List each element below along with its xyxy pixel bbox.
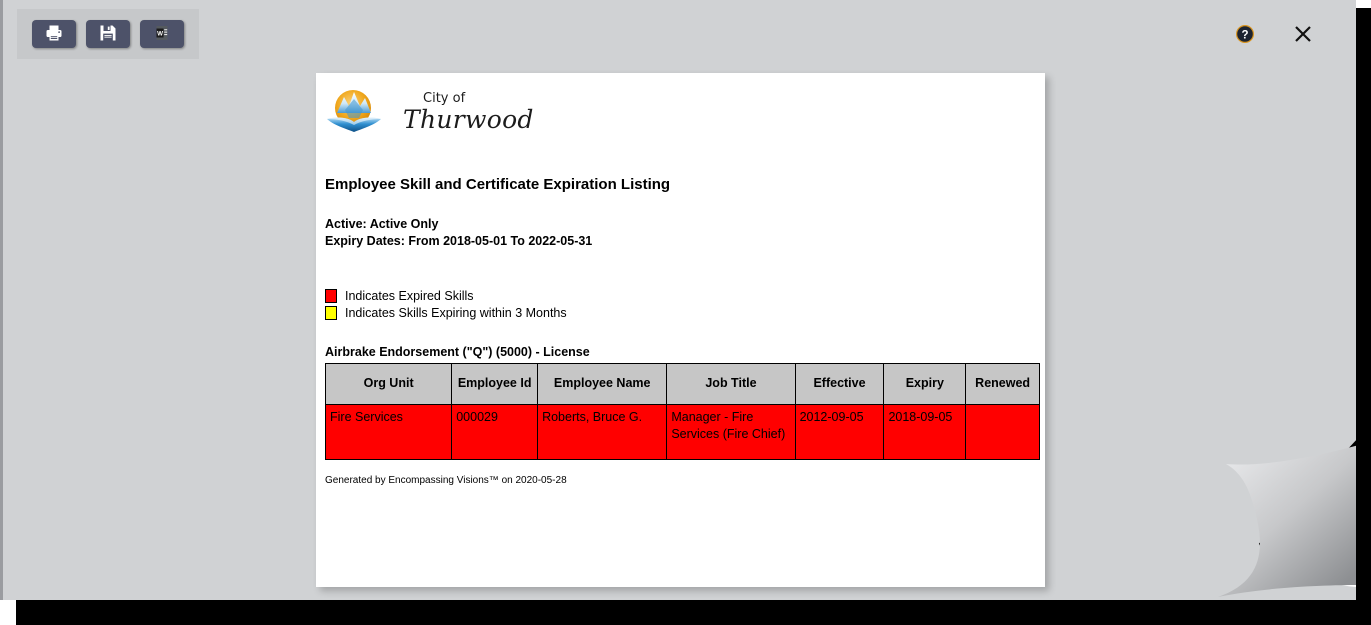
print-button[interactable] bbox=[32, 20, 76, 48]
column-header-effective: Effective bbox=[794, 363, 885, 405]
cell-employee-id: 000029 bbox=[451, 404, 539, 460]
export-word-button[interactable]: W bbox=[140, 20, 184, 48]
table-row: Fire Services 000029 Roberts, Bruce G. M… bbox=[324, 404, 1040, 460]
legend-item-expiring: Indicates Skills Expiring within 3 Month… bbox=[325, 304, 1036, 321]
window-bottom-left-gap bbox=[0, 600, 16, 625]
report-page: City of Thurwood Employee Skill and Cert… bbox=[316, 73, 1045, 587]
legend: Indicates Expired Skills Indicates Skill… bbox=[325, 287, 1036, 321]
print-icon bbox=[44, 23, 64, 46]
close-icon bbox=[1291, 26, 1315, 50]
legend-item-expired: Indicates Expired Skills bbox=[325, 287, 1036, 304]
cell-expiry: 2018-09-05 bbox=[883, 404, 967, 460]
cell-job-title: Manager - Fire Services (Fire Chief) bbox=[666, 404, 796, 460]
report-viewer-window: W ? City of Thurwood Employee Skill and … bbox=[0, 0, 1359, 600]
column-header-employee-id: Employee Id bbox=[451, 363, 539, 405]
filter-active: Active: Active Only bbox=[325, 217, 439, 231]
section-heading: Airbrake Endorsement ("Q") (5000) - Lice… bbox=[325, 345, 590, 359]
legend-swatch-red bbox=[325, 288, 337, 303]
cell-org-unit: Fire Services bbox=[324, 404, 453, 460]
toolbar: W bbox=[17, 9, 199, 59]
floppy-disk-icon bbox=[99, 24, 117, 45]
cell-effective: 2012-09-05 bbox=[794, 404, 885, 460]
svg-text:W: W bbox=[157, 30, 163, 37]
skills-table: Org Unit Employee Id Employee Name Job T… bbox=[324, 363, 1040, 460]
table-header-row: Org Unit Employee Id Employee Name Job T… bbox=[324, 363, 1040, 405]
column-header-org-unit: Org Unit bbox=[324, 363, 453, 405]
column-header-job-title: Job Title bbox=[666, 363, 796, 405]
logo-city-line: City of bbox=[423, 91, 466, 106]
legend-label-expiring: Indicates Skills Expiring within 3 Month… bbox=[345, 305, 567, 320]
close-button[interactable] bbox=[1291, 22, 1315, 46]
page-curl-decoration bbox=[1206, 437, 1359, 600]
word-document-icon: W bbox=[152, 24, 172, 45]
window-bottom-shadow bbox=[14, 600, 1371, 625]
filter-expiry-dates: Expiry Dates: From 2018-05-01 To 2022-05… bbox=[325, 234, 593, 248]
help-icon: ? bbox=[1235, 25, 1255, 48]
cell-renewed bbox=[965, 404, 1040, 460]
logo-city-name: Thurwood bbox=[403, 105, 534, 134]
legend-label-expired: Indicates Expired Skills bbox=[345, 288, 474, 303]
column-header-employee-name: Employee Name bbox=[537, 363, 668, 405]
save-button[interactable] bbox=[86, 20, 130, 48]
svg-text:?: ? bbox=[1241, 30, 1248, 42]
window-right-shadow bbox=[1356, 8, 1371, 600]
legend-swatch-yellow bbox=[325, 305, 337, 320]
cell-employee-name: Roberts, Bruce G. bbox=[537, 404, 668, 460]
column-header-renewed: Renewed bbox=[965, 363, 1040, 405]
report-footer: Generated by Encompassing Visions™ on 20… bbox=[325, 475, 567, 486]
city-seal-icon bbox=[325, 86, 383, 138]
help-button[interactable]: ? bbox=[1235, 24, 1255, 44]
column-header-expiry: Expiry bbox=[883, 363, 967, 405]
report-title: Employee Skill and Certificate Expiratio… bbox=[325, 176, 671, 193]
logo-wordmark: City of Thurwood bbox=[403, 92, 534, 132]
report-logo: City of Thurwood bbox=[325, 81, 1036, 143]
